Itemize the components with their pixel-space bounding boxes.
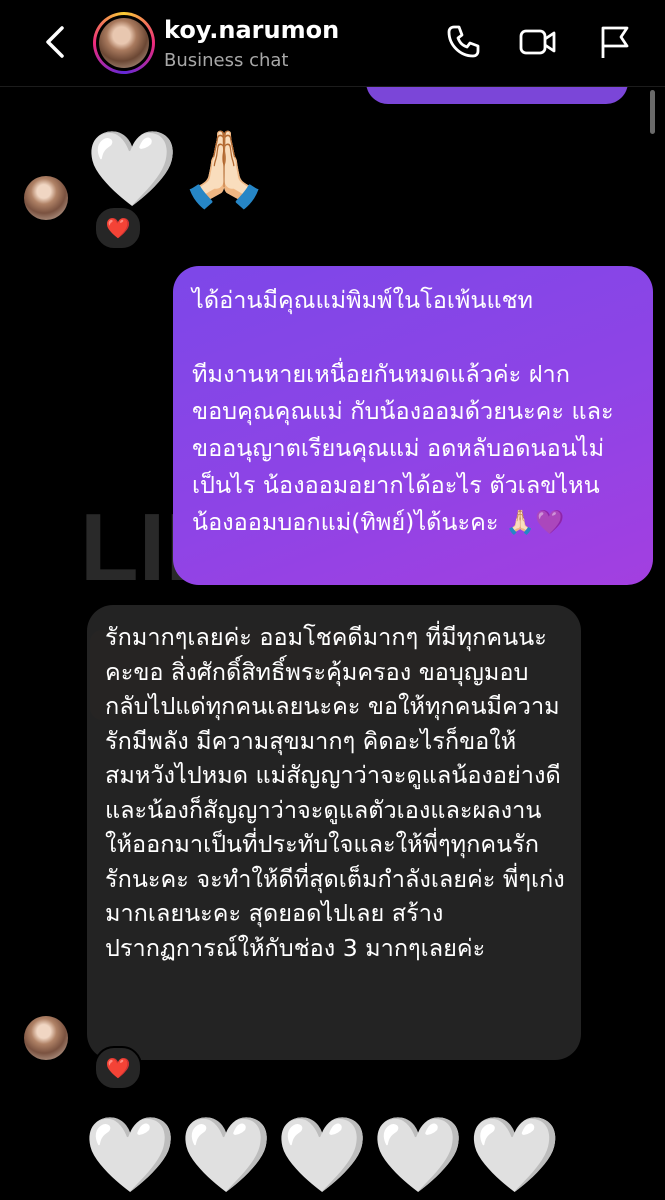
sender-avatar[interactable] (24, 176, 68, 220)
phone-icon (447, 25, 480, 58)
flag-icon (601, 26, 629, 58)
received-emoji-message[interactable]: 🤍🙏🏻 (86, 132, 270, 206)
sent-message-paragraph: ได้อ่านมีคุณแม่พิมพ์ในโอเพ้นแชท (192, 286, 534, 314)
heart-reaction[interactable]: ❤️ (94, 1046, 142, 1090)
chat-header: koy.narumon Business chat (0, 0, 665, 87)
received-hearts-message[interactable]: 🤍🤍🤍🤍🤍 (84, 1118, 565, 1192)
scrollbar[interactable] (650, 90, 655, 134)
sender-avatar[interactable] (24, 1016, 68, 1060)
video-camera-icon (519, 29, 556, 55)
chevron-left-icon (46, 26, 64, 58)
contact-subtitle: Business chat (164, 50, 289, 71)
heart-reaction[interactable]: ❤️ (94, 206, 142, 250)
report-button[interactable] (595, 22, 635, 62)
received-message-text: รักมากๆเลยค่ะ ออมโชคดีมากๆ ที่มีทุกคนนะค… (105, 623, 565, 962)
contact-name[interactable]: koy.narumon (164, 16, 339, 44)
sent-message-paragraph: ทีมงานหายเหนื่อยกันหมดแล้วค่ะ ฝากขอบคุณค… (192, 360, 614, 536)
back-button[interactable] (38, 22, 74, 62)
sent-message-text: ได้อ่านมีคุณแม่พิมพ์ในโอเพ้นแชท ทีมงานหา… (192, 282, 640, 541)
video-call-button[interactable] (518, 22, 558, 62)
contact-avatar[interactable] (93, 12, 155, 74)
audio-call-button[interactable] (443, 22, 483, 62)
